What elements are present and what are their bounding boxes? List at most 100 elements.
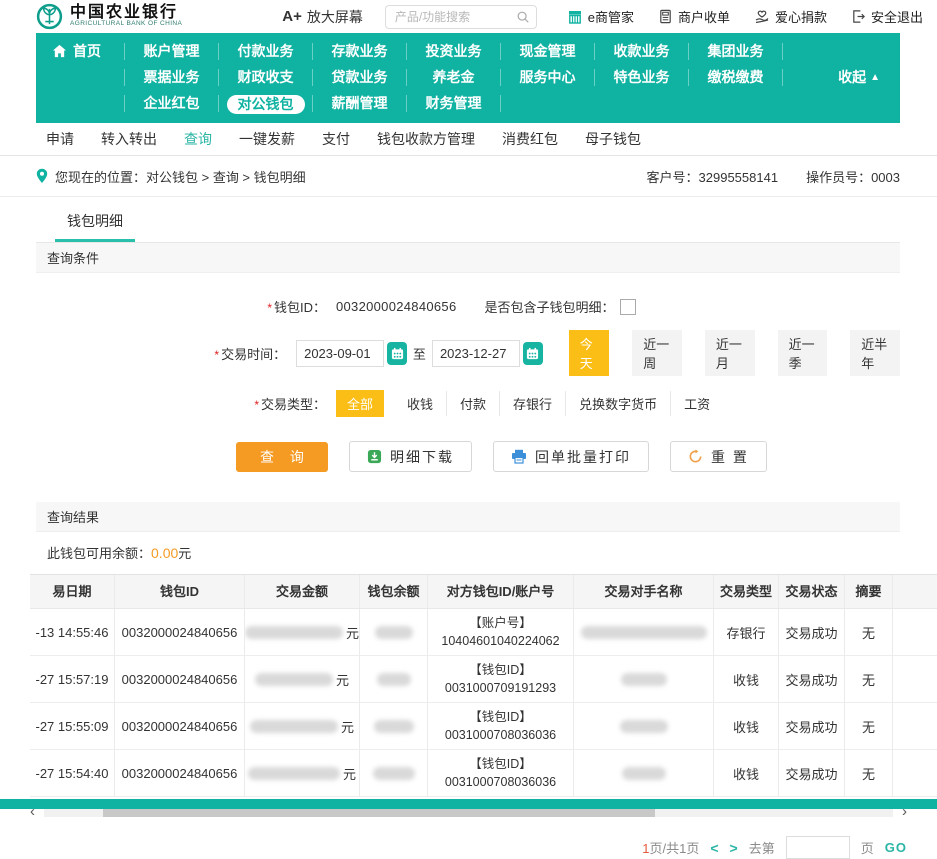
table-row[interactable]: -27 15:57:19 0032000024840656 元 【钱包ID】 0… (30, 656, 937, 703)
date-to-calendar-button[interactable] (523, 342, 543, 365)
query-form: *钱包ID： 0032000024840656 是否包含子钱包明细： *交易时间… (36, 273, 900, 498)
date-from-input[interactable] (296, 340, 384, 367)
type-option-all[interactable]: 全部 (336, 390, 384, 417)
date-to-input[interactable] (432, 340, 520, 367)
search-button[interactable]: 查 询 (236, 442, 328, 472)
nav-item-home[interactable]: 首页 (46, 41, 124, 61)
nav-item[interactable]: 贷款业务 (312, 69, 406, 86)
cell-type: 存银行 (714, 609, 779, 655)
cell-wallet-id: 0032000024840656 (115, 703, 245, 749)
sub-nav-item[interactable]: 消费红包 (502, 129, 558, 149)
include-sub-wallet-checkbox[interactable] (620, 299, 636, 315)
nav-item[interactable]: 企业红包 (124, 95, 218, 112)
sub-nav-item[interactable]: 支付 (322, 129, 350, 149)
goto-page-input[interactable] (786, 836, 850, 859)
sub-nav-item[interactable]: 母子钱包 (585, 129, 641, 149)
cell-summary: 无 (845, 609, 893, 655)
search-input[interactable] (395, 10, 516, 24)
nav-divider (782, 69, 783, 86)
collapse-arrow-icon: ▲ (870, 72, 880, 83)
sub-nav-item[interactable]: 转入转出 (101, 129, 157, 149)
nav-item[interactable]: 养老金 (406, 69, 500, 86)
nav-item[interactable]: 财务管理 (406, 95, 500, 112)
nav-item-corporate-wallet[interactable]: 对公钱包 (218, 95, 312, 112)
reset-button[interactable]: 重 置 (670, 441, 767, 472)
quick-link-logout[interactable]: 安全退出 (851, 7, 923, 26)
nav-item[interactable]: 缴税缴费 (688, 69, 782, 86)
nav-item[interactable]: 特色业务 (594, 69, 688, 86)
tab-wallet-detail[interactable]: 钱包明细 (55, 211, 135, 242)
required-marker: * (267, 301, 272, 315)
nav-item[interactable]: 票据业务 (124, 69, 218, 86)
type-option-receive[interactable]: 收钱 (394, 391, 446, 416)
cell-counterparty-id: 【账户号】 10404601040224062 (428, 609, 574, 655)
cell-counterparty-name (574, 750, 714, 796)
customer-number-label: 客户号： (647, 170, 699, 185)
date-shortcut-week[interactable]: 近一周 (632, 330, 682, 376)
main-nav-row-2: 票据业务 财政收支 贷款业务 养老金 服务中心 特色业务 缴税缴费 收起 ▲ (46, 64, 890, 90)
include-sub-wallet: 是否包含子钱包明细： (484, 297, 635, 316)
nav-item[interactable]: 薪酬管理 (312, 95, 406, 112)
sub-nav-item[interactable]: 申请 (46, 129, 74, 149)
operator-number: 操作员号：0003 (806, 167, 900, 186)
next-page-icon[interactable]: > (730, 840, 738, 856)
col-header-wallet-id: 钱包ID (115, 575, 245, 608)
date-from-calendar-button[interactable] (387, 342, 407, 365)
type-option-salary[interactable]: 工资 (670, 391, 723, 416)
wallet-id-label: *钱包ID： (36, 297, 336, 316)
table-row[interactable]: -13 14:55:46 0032000024840656 元 【账户号】 10… (30, 609, 937, 656)
nav-item-label: 财务管理 (426, 95, 482, 111)
page-info: 1页/共1页 (642, 838, 699, 857)
cell-balance (360, 703, 428, 749)
date-shortcut-today[interactable]: 今天 (569, 330, 609, 376)
amount-unit: 元 (346, 623, 359, 642)
nav-item[interactable]: 服务中心 (500, 69, 594, 86)
screen-zoom-control[interactable]: A+ 放大屏幕 (282, 7, 363, 27)
nav-item[interactable]: 投资业务 (406, 43, 500, 60)
sub-nav-item[interactable]: 钱包收款方管理 (377, 129, 475, 149)
breadcrumb-text: 您现在的位置：对公钱包 > 查询 > 钱包明细 (55, 167, 306, 186)
sub-nav-item-active[interactable]: 查询 (184, 129, 212, 149)
quick-link-label: 商户收单 (678, 7, 730, 26)
table-row[interactable]: -27 15:55:09 0032000024840656 元 【钱包ID】 0… (30, 703, 937, 750)
cell-wallet-id: 0032000024840656 (115, 656, 245, 702)
type-option-deposit[interactable]: 存银行 (499, 391, 565, 416)
transaction-time-row: *交易时间： 至 今天 近一周 近一月 近一季 近半年 (36, 330, 900, 376)
date-shortcut-halfyear[interactable]: 近半年 (850, 330, 900, 376)
nav-item[interactable]: 财政收支 (218, 69, 312, 86)
nav-item[interactable]: 账户管理 (124, 43, 218, 60)
search-icon[interactable] (516, 10, 530, 24)
sub-nav-item[interactable]: 一键发薪 (239, 129, 295, 149)
main-nav-row-3: 企业红包 对公钱包 薪酬管理 财务管理 (46, 90, 890, 116)
nav-item[interactable]: 收款业务 (594, 43, 688, 60)
sub-navigation: 申请 转入转出 查询 一键发薪 支付 钱包收款方管理 消费红包 母子钱包 (0, 123, 937, 156)
quick-link-label: 安全退出 (871, 7, 923, 26)
col-header-type: 交易类型 (714, 575, 779, 608)
nav-collapse-button[interactable]: 收起 ▲ (838, 67, 890, 87)
cell-status: 交易成功 (779, 703, 845, 749)
nav-item[interactable]: 存款业务 (312, 43, 406, 60)
batch-print-button[interactable]: 回单批量打印 (493, 441, 649, 472)
date-shortcut-month[interactable]: 近一月 (705, 330, 755, 376)
reset-icon (688, 449, 703, 464)
table-row[interactable]: -27 15:54:40 0032000024840656 元 【钱包ID】 0… (30, 750, 937, 797)
date-shortcut-quarter[interactable]: 近一季 (778, 330, 828, 376)
cell-balance (360, 609, 428, 655)
counterparty-id-tag: 【钱包ID】 (469, 755, 532, 773)
cell-counterparty-name (574, 703, 714, 749)
nav-item[interactable]: 付款业务 (218, 43, 312, 60)
quick-link-eshop[interactable]: e商管家 (567, 7, 634, 26)
type-option-pay[interactable]: 付款 (446, 391, 499, 416)
nav-item[interactable]: 集团业务 (688, 43, 782, 60)
download-detail-button[interactable]: 明细下载 (349, 441, 472, 472)
go-button[interactable]: GO (885, 840, 907, 855)
prev-page-icon[interactable]: < (710, 840, 718, 856)
quick-link-donate[interactable]: 爱心捐款 (754, 7, 827, 26)
product-search[interactable] (385, 5, 537, 29)
cell-status: 交易成功 (779, 609, 845, 655)
current-page: 1 (642, 841, 649, 856)
nav-item[interactable]: 现金管理 (500, 43, 594, 60)
type-option-exchange[interactable]: 兑换数字货币 (565, 391, 670, 416)
cell-amount: 元 (245, 609, 360, 655)
quick-link-merchant[interactable]: 商户收单 (658, 7, 730, 26)
